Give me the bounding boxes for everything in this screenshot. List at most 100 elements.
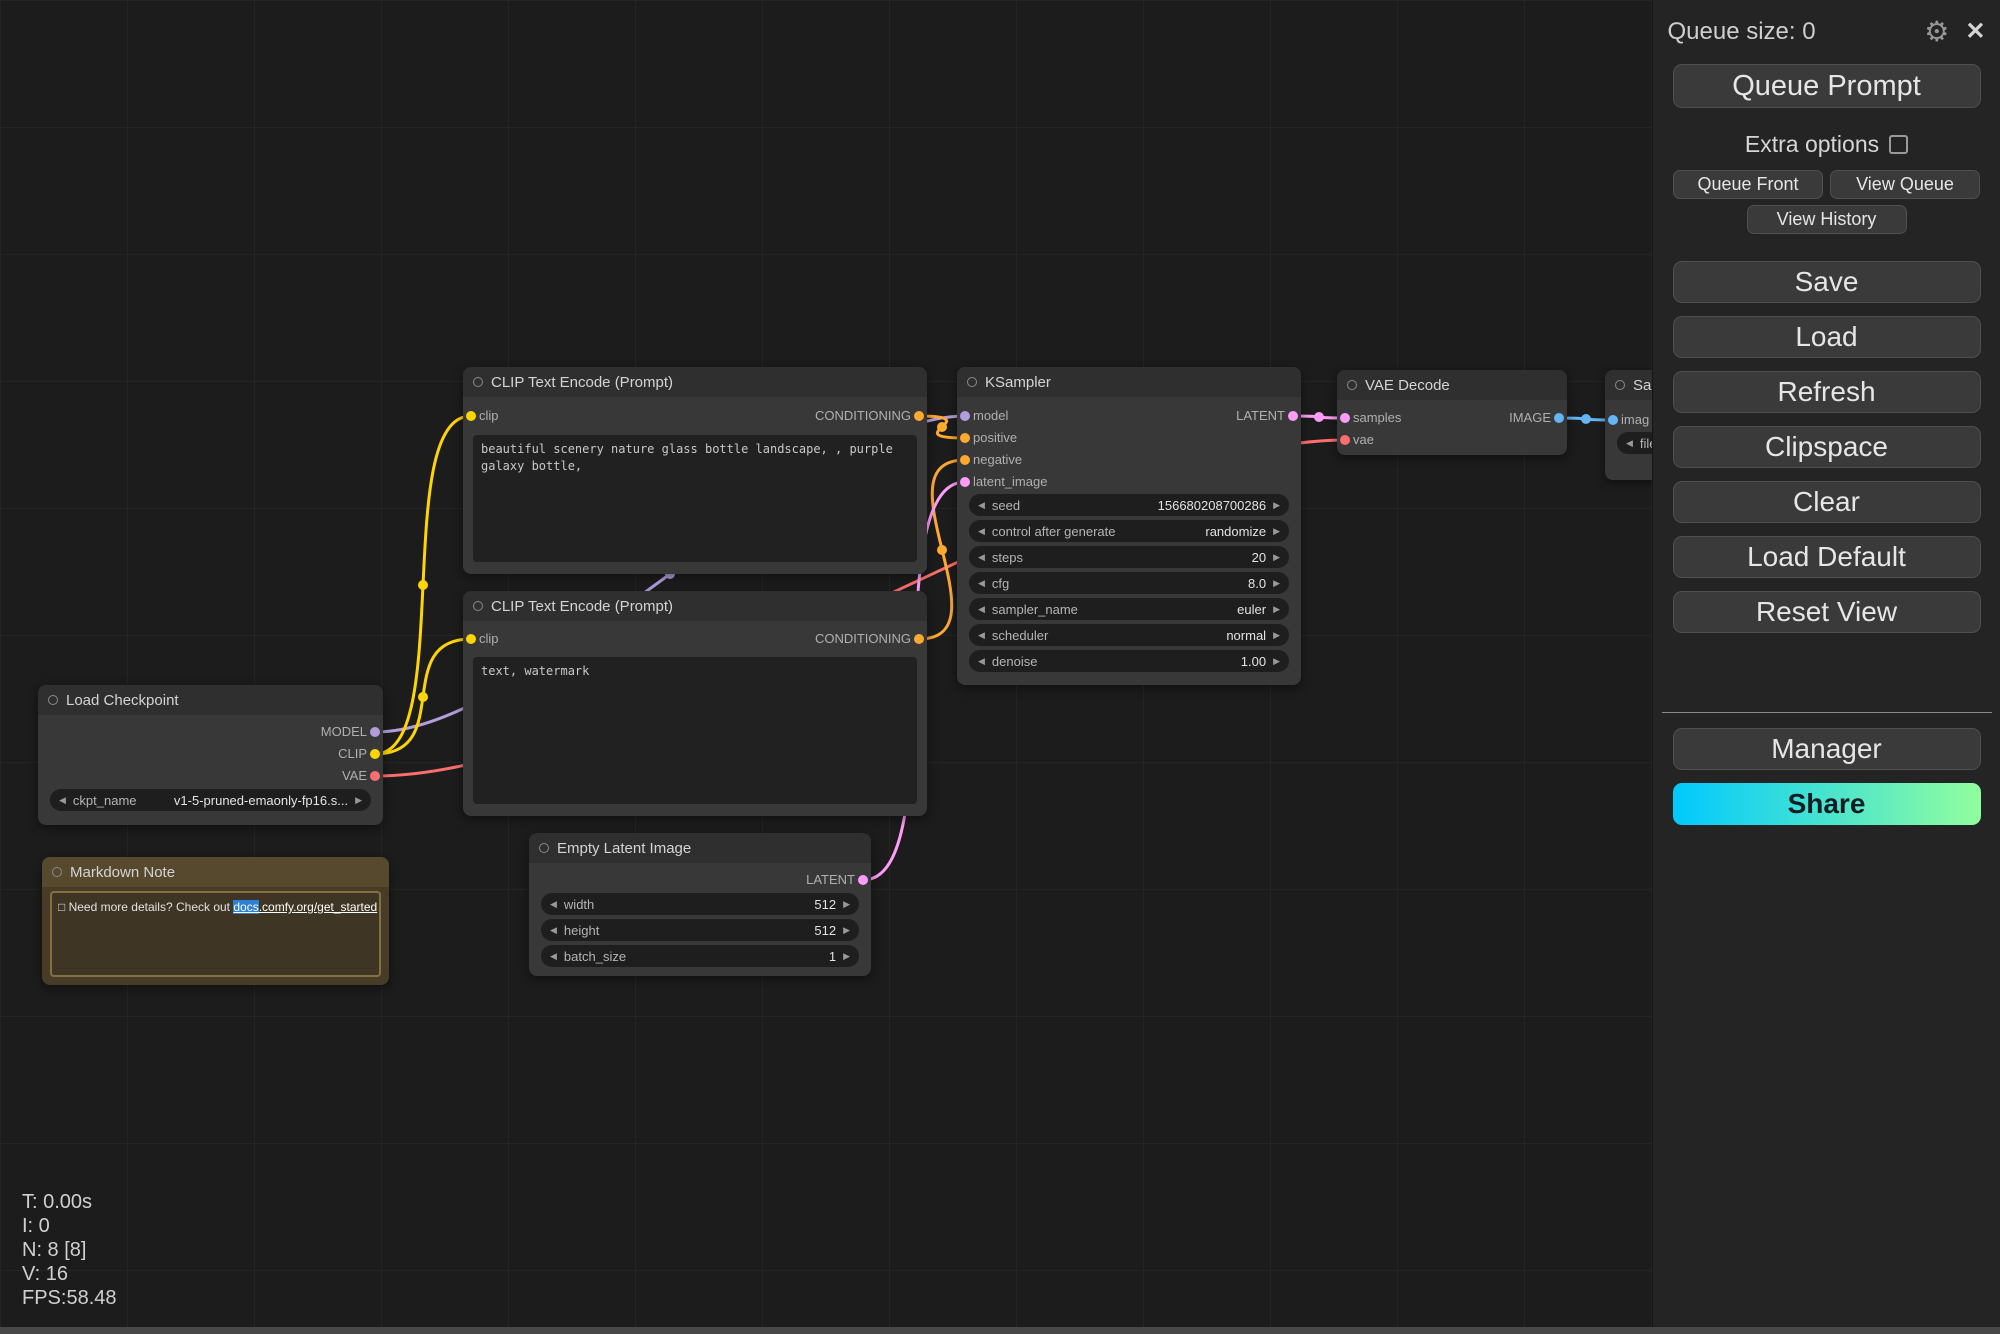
input-slot-latent-image[interactable] [960, 477, 970, 487]
prev-value-icon[interactable]: ◀ [1626, 438, 1633, 449]
input-slot-samples[interactable] [1340, 413, 1350, 423]
wire-midpoint-dot [937, 545, 947, 555]
output-slot-model[interactable] [370, 727, 380, 737]
prev-value-icon[interactable]: ◀ [550, 951, 557, 962]
node-header[interactable]: Load Checkpoint [38, 685, 383, 715]
widget-control-after-generate[interactable]: ◀ control after generate randomize ▶ [969, 520, 1289, 542]
input-slot-clip[interactable] [466, 634, 476, 644]
widget-scheduler[interactable]: ◀ scheduler normal ▶ [969, 624, 1289, 646]
slot-label-model: model [973, 408, 1008, 423]
clipspace-button[interactable]: Clipspace [1673, 426, 1981, 468]
view-history-button[interactable]: View History [1747, 205, 1907, 234]
next-value-icon[interactable]: ▶ [843, 925, 850, 936]
node-empty-latent-image[interactable]: Empty Latent Image LATENT ◀ width 512 ▶ … [529, 833, 871, 976]
extra-options-checkbox[interactable] [1889, 135, 1908, 154]
collapse-dot-icon[interactable] [473, 377, 483, 387]
next-value-icon[interactable]: ▶ [1273, 578, 1280, 589]
load-button[interactable]: Load [1673, 316, 1981, 358]
node-load-checkpoint[interactable]: Load Checkpoint MODEL CLIP VAE ◀ ckpt_na… [38, 685, 383, 825]
input-slot-negative[interactable] [960, 455, 970, 465]
output-slot-latent[interactable] [1288, 411, 1298, 421]
next-value-icon[interactable]: ▶ [843, 899, 850, 910]
prev-value-icon[interactable]: ◀ [978, 526, 985, 537]
manager-button[interactable]: Manager [1673, 728, 1981, 770]
collapse-dot-icon[interactable] [1615, 380, 1625, 390]
output-slot-clip[interactable] [370, 749, 380, 759]
prompt-textarea[interactable]: text, watermark [473, 657, 917, 804]
prev-value-icon[interactable]: ◀ [978, 552, 985, 563]
load-default-button[interactable]: Load Default [1673, 536, 1981, 578]
input-slot-clip[interactable] [466, 411, 476, 421]
next-value-icon[interactable]: ▶ [1273, 630, 1280, 641]
widget-denoise[interactable]: ◀ denoise 1.00 ▶ [969, 650, 1289, 672]
close-menu-icon[interactable]: ✕ [1965, 20, 1985, 44]
prev-value-icon[interactable]: ◀ [978, 630, 985, 641]
horizontal-scrollbar[interactable] [0, 1327, 2000, 1334]
stat-time: T: 0.00s [22, 1190, 117, 1214]
output-slot-latent[interactable] [858, 875, 868, 885]
prev-value-icon[interactable]: ◀ [978, 500, 985, 511]
input-slot-positive[interactable] [960, 433, 970, 443]
collapse-dot-icon[interactable] [52, 867, 62, 877]
prev-value-icon[interactable]: ◀ [59, 795, 66, 806]
widget-sampler-name[interactable]: ◀ sampler_name euler ▶ [969, 598, 1289, 620]
reset-view-button[interactable]: Reset View [1673, 591, 1981, 633]
view-queue-button[interactable]: View Queue [1830, 170, 1980, 199]
prev-value-icon[interactable]: ◀ [978, 656, 985, 667]
prev-value-icon[interactable]: ◀ [978, 604, 985, 615]
widget-height[interactable]: ◀ height 512 ▶ [541, 919, 859, 941]
node-header[interactable]: Markdown Note [42, 857, 389, 887]
node-markdown-note[interactable]: Markdown Note □ Need more details? Check… [42, 857, 389, 985]
next-value-icon[interactable]: ▶ [1273, 656, 1280, 667]
slot-label-conditioning: CONDITIONING [815, 631, 911, 646]
widget-batch-size[interactable]: ◀ batch_size 1 ▶ [541, 945, 859, 967]
prev-value-icon[interactable]: ◀ [550, 899, 557, 910]
queue-prompt-button[interactable]: Queue Prompt [1673, 64, 1981, 108]
widget-seed[interactable]: ◀ seed 156680208700286 ▶ [969, 494, 1289, 516]
node-header[interactable]: KSampler [957, 367, 1301, 397]
collapse-dot-icon[interactable] [1347, 380, 1357, 390]
wire-midpoint-dot [418, 692, 428, 702]
output-slot-image[interactable] [1554, 413, 1564, 423]
widget-steps[interactable]: ◀ steps 20 ▶ [969, 546, 1289, 568]
save-button[interactable]: Save [1673, 261, 1981, 303]
refresh-button[interactable]: Refresh [1673, 371, 1981, 413]
prev-value-icon[interactable]: ◀ [978, 578, 985, 589]
prompt-textarea[interactable]: beautiful scenery nature glass bottle la… [473, 435, 917, 562]
node-header[interactable]: CLIP Text Encode (Prompt) [463, 367, 927, 397]
widget-width[interactable]: ◀ width 512 ▶ [541, 893, 859, 915]
node-header[interactable]: VAE Decode [1337, 370, 1567, 400]
collapse-dot-icon[interactable] [967, 377, 977, 387]
collapse-dot-icon[interactable] [473, 601, 483, 611]
next-value-icon[interactable]: ▶ [1273, 500, 1280, 511]
widget-ckpt-name[interactable]: ◀ ckpt_name v1-5-pruned-emaonly-fp16.s..… [50, 789, 371, 811]
next-value-icon[interactable]: ▶ [1273, 552, 1280, 563]
input-slot-image[interactable] [1608, 415, 1618, 425]
node-ksampler[interactable]: KSampler model positive negative latent_… [957, 367, 1301, 685]
collapse-dot-icon[interactable] [539, 843, 549, 853]
next-value-icon[interactable]: ▶ [1273, 604, 1280, 615]
node-clip-text-encode-negative[interactable]: CLIP Text Encode (Prompt) clip CONDITION… [463, 591, 927, 816]
output-slot-conditioning[interactable] [914, 411, 924, 421]
input-slot-model[interactable] [960, 411, 970, 421]
node-header[interactable]: Empty Latent Image [529, 833, 871, 863]
docs-link[interactable]: docs.comfy.org/get_started [233, 900, 377, 914]
node-header[interactable]: CLIP Text Encode (Prompt) [463, 591, 927, 621]
collapse-dot-icon[interactable] [48, 695, 58, 705]
widget-cfg[interactable]: ◀ cfg 8.0 ▶ [969, 572, 1289, 594]
settings-gear-icon[interactable]: ⚙ [1924, 18, 1949, 46]
share-button[interactable]: Share [1673, 783, 1981, 825]
next-value-icon[interactable]: ▶ [1273, 526, 1280, 537]
queue-front-button[interactable]: Queue Front [1673, 170, 1823, 199]
node-vae-decode[interactable]: VAE Decode samples vae IMAGE [1337, 370, 1567, 455]
output-slot-vae[interactable] [370, 771, 380, 781]
input-slot-vae[interactable] [1340, 435, 1350, 445]
next-value-icon[interactable]: ▶ [355, 795, 362, 806]
prev-value-icon[interactable]: ◀ [550, 925, 557, 936]
next-value-icon[interactable]: ▶ [843, 951, 850, 962]
output-slot-conditioning[interactable] [914, 634, 924, 644]
note-body[interactable]: □ Need more details? Check out docs.comf… [50, 891, 381, 977]
node-clip-text-encode-positive[interactable]: CLIP Text Encode (Prompt) clip CONDITION… [463, 367, 927, 574]
widget-value: 8.0 [1016, 576, 1266, 591]
clear-button[interactable]: Clear [1673, 481, 1981, 523]
